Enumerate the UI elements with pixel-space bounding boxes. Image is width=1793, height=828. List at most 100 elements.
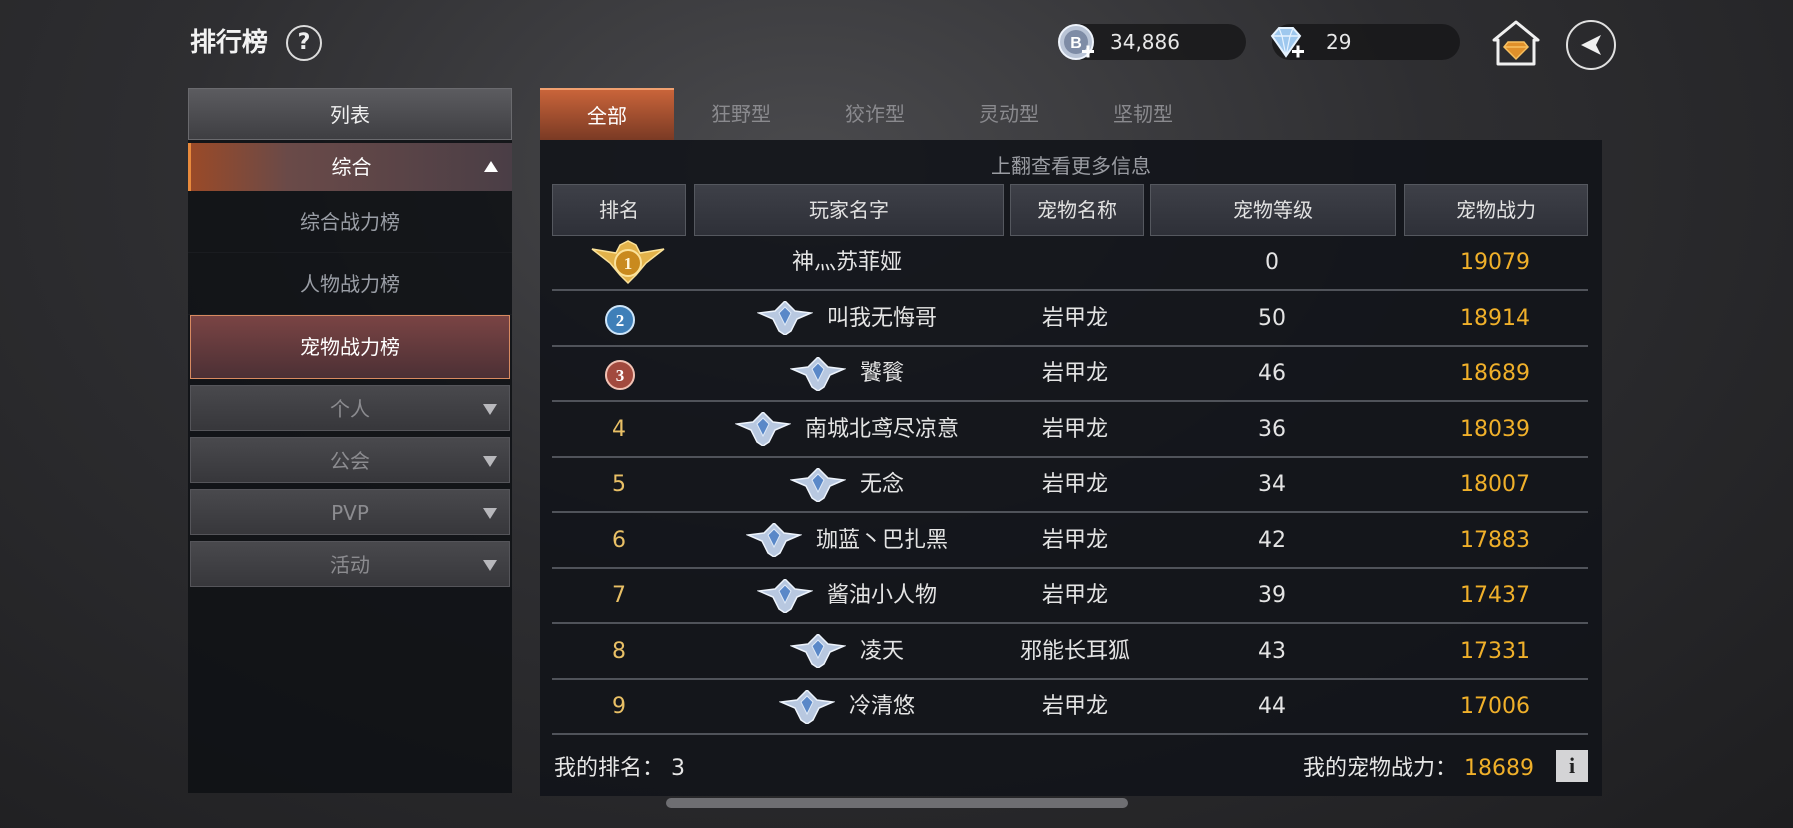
pet-level-cell: 0 [1265, 250, 1279, 275]
player-name-cell[interactable]: 饕餮 [692, 347, 1002, 400]
expand-arrow-icon [483, 404, 497, 415]
tab-wild[interactable]: 狂野型 [674, 88, 808, 140]
player-name-cell[interactable]: 叫我无悔哥 [692, 292, 1002, 345]
pet-name-cell: 岩甲龙 [1041, 583, 1108, 608]
info-button[interactable]: i [1556, 750, 1588, 782]
wing-badge-icon [756, 301, 813, 335]
column-header-player: 玩家名字 [694, 184, 1004, 236]
pet-level-cell: 50 [1258, 305, 1286, 331]
rank-cell: 4 [612, 416, 626, 442]
wing-badge-icon [734, 412, 791, 446]
pet-name-cell: 岩甲龙 [1041, 361, 1108, 386]
table-row[interactable]: 1 神灬苏菲娅 0 19079 [552, 236, 1588, 291]
pet-power-cell: 19079 [1460, 250, 1530, 275]
player-name-cell[interactable]: 珈蓝丶巴扎黑 [692, 514, 1002, 567]
sidebar-item-character-power[interactable]: 人物战力榜 [188, 253, 512, 315]
wing-badge-icon [789, 467, 846, 502]
column-header-rank: 排名 [552, 184, 686, 236]
player-name: 凌天 [859, 638, 904, 664]
expand-arrow-icon [483, 560, 497, 571]
sidebar-item-pet-power[interactable]: 宠物战力榜 [190, 315, 510, 379]
sidebar-category-label: 个人 [330, 397, 370, 421]
sidebar-category-pvp[interactable]: PVP [190, 489, 510, 535]
player-name: 叫我无悔哥 [826, 305, 937, 331]
sidebar-category-personal[interactable]: 个人 [190, 385, 510, 431]
sidebar-category-guild[interactable]: 公会 [190, 437, 510, 483]
sidebar-category-event[interactable]: 活动 [190, 541, 510, 587]
player-name-wrap: 无念 [789, 458, 904, 511]
expand-arrow-icon [483, 508, 497, 519]
tab-cunning[interactable]: 狡诈型 [808, 88, 942, 140]
player-name-wrap: 南城北鸢尽凉意 [734, 403, 959, 456]
player-name-cell[interactable]: 南城北鸢尽凉意 [692, 403, 1002, 456]
table-row[interactable]: 8 凌天 邪能长耳狐 43 17331 [552, 625, 1588, 680]
player-name: 饕餮 [859, 361, 904, 386]
wing-badge-icon [745, 523, 802, 557]
bronze-medal-icon: 3 [605, 360, 635, 390]
player-name-cell[interactable]: 神灬苏菲娅 [692, 236, 1002, 289]
rank-number: 3 [616, 366, 625, 385]
pet-level-cell: 46 [1258, 361, 1286, 386]
player-name-cell[interactable]: 酱油小人物 [692, 569, 1002, 622]
tab-agile[interactable]: 灵动型 [942, 88, 1076, 140]
sidebar-item-overall-power[interactable]: 综合战力榜 [188, 191, 512, 253]
player-name-cell[interactable]: 凌天 [692, 625, 1002, 678]
table-row[interactable]: 7 酱油小人物 岩甲龙 39 17437 [552, 569, 1588, 624]
table-row[interactable]: 4 南城北鸢尽凉意 岩甲龙 36 18039 [552, 403, 1588, 458]
my-rank-label: 我的排名： [554, 756, 665, 781]
wing-badge-icon [778, 689, 835, 724]
gold-currency[interactable]: B 34,886 [1058, 24, 1246, 60]
pet-name-cell: 岩甲龙 [1041, 416, 1108, 442]
sidebar-category-label: 公会 [330, 449, 370, 473]
gold-coin-icon: B [1058, 24, 1094, 60]
table-row[interactable]: 2 叫我无悔哥 岩甲龙 50 18914 [552, 292, 1588, 347]
wing-badge-icon [756, 578, 813, 613]
player-name: 冷清悠 [848, 694, 915, 719]
my-pet-power-label: 我的宠物战力： [1302, 756, 1457, 781]
mail-home-icon[interactable] [1490, 18, 1542, 68]
pet-level-cell: 42 [1258, 527, 1286, 553]
pet-power-cell: 17437 [1460, 583, 1530, 608]
table-row[interactable]: 6 珈蓝丶巴扎黑 岩甲龙 42 17883 [552, 514, 1588, 569]
table-row[interactable]: 3 饕餮 岩甲龙 46 18689 [552, 347, 1588, 402]
sidebar-category-label: 活动 [330, 553, 370, 577]
player-name: 酱油小人物 [826, 583, 937, 608]
horizontal-scrollbar[interactable] [666, 798, 1128, 808]
back-button[interactable] [1566, 20, 1616, 70]
pet-power-cell: 17883 [1460, 527, 1530, 553]
rank-cell: 7 [612, 583, 626, 608]
player-name-wrap: 凌天 [789, 625, 904, 678]
sidebar-category-label: PVP [331, 501, 369, 525]
help-button[interactable]: ? [286, 25, 322, 61]
tab-all[interactable]: 全部 [540, 88, 674, 140]
table-row[interactable]: 9 冷清悠 岩甲龙 44 17006 [552, 680, 1588, 735]
filter-tabs: 全部 狂野型 狡诈型 灵动型 坚韧型 [540, 88, 1210, 140]
pet-name-cell [1008, 236, 1142, 289]
rank-cell: 9 [612, 694, 626, 719]
sidebar-category-active[interactable]: 综合 [188, 143, 512, 191]
player-name: 无念 [859, 472, 904, 497]
pet-level-cell: 43 [1258, 638, 1286, 664]
pet-level-cell: 36 [1258, 416, 1286, 442]
pet-name-cell: 邪能长耳狐 [1019, 638, 1130, 664]
gold-medal-icon: 1 [591, 240, 665, 285]
player-name-cell[interactable]: 无念 [692, 458, 1002, 511]
rank-cell: 1 [552, 236, 686, 289]
tab-tough[interactable]: 坚韧型 [1076, 88, 1210, 140]
pet-level-cell: 44 [1258, 694, 1286, 719]
pet-name-cell: 岩甲龙 [1041, 527, 1108, 553]
column-header-pet-name: 宠物名称 [1010, 184, 1144, 236]
my-rank: 我的排名： 3 [554, 750, 685, 782]
pet-power-cell: 17331 [1460, 638, 1530, 664]
ranking-panel: 上翻查看更多信息 排名 玩家名字 宠物名称 宠物等级 宠物战力 1 神灬苏菲娅 0 1… [540, 140, 1602, 796]
player-name-wrap: 叫我无悔哥 [756, 292, 937, 345]
table-row[interactable]: 5 无念 岩甲龙 34 18007 [552, 458, 1588, 513]
page-title: 排行榜 [190, 28, 269, 58]
sidebar-heading: 列表 [188, 88, 512, 140]
rank-cell: 8 [612, 638, 626, 664]
gem-currency[interactable]: 29 [1270, 24, 1460, 60]
rank-cell: 3 [552, 347, 686, 400]
rank-cell: 2 [552, 292, 686, 345]
player-name-cell[interactable]: 冷清悠 [692, 680, 1002, 733]
pet-power-cell: 18914 [1460, 305, 1530, 331]
